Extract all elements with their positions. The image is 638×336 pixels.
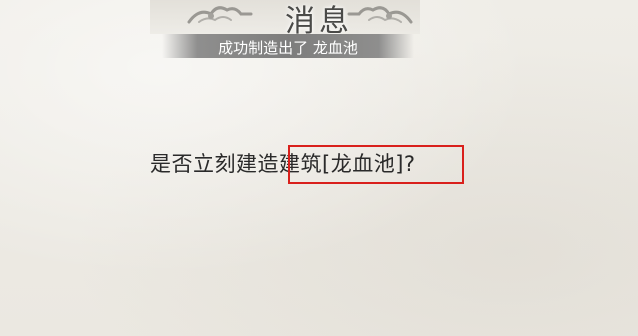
annotation-highlight-box: [288, 145, 464, 184]
dialog-subtitle: 成功制造出了 龙血池: [218, 39, 358, 57]
subtitle-bar: 成功制造出了 龙血池: [162, 34, 414, 58]
